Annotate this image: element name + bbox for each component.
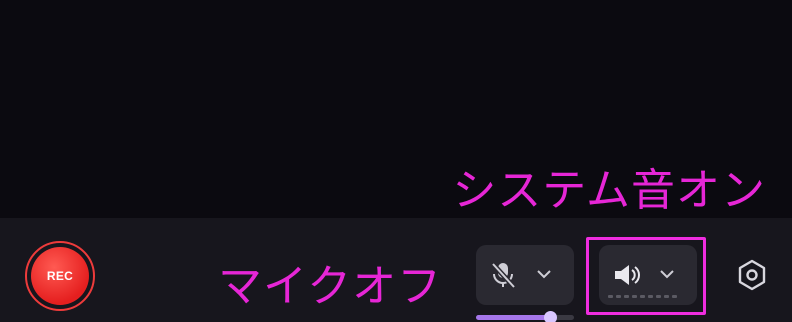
record-button[interactable]: REC (25, 241, 95, 311)
meter-segment (608, 295, 613, 298)
meter-segment (624, 295, 629, 298)
gear-icon[interactable] (735, 258, 769, 292)
chevron-down-icon[interactable] (659, 268, 675, 280)
meter-segment (656, 295, 661, 298)
system-sound-on-annotation: システム音オン (452, 165, 766, 216)
meter-segment (640, 295, 645, 298)
microphone-volume-slider[interactable] (476, 311, 574, 322)
speaker-icon (615, 265, 640, 285)
meter-segment (672, 295, 677, 298)
chevron-down-icon[interactable] (536, 268, 552, 280)
mic-off-annotation: マイクオフ (218, 261, 443, 312)
microphone-toggle-button[interactable] (476, 245, 574, 305)
microphone-volume-thumb[interactable] (543, 311, 557, 322)
meter-segment (664, 295, 669, 298)
record-button-face: REC (31, 247, 89, 305)
meter-segment (616, 295, 621, 298)
microphone-volume-fill (476, 315, 551, 320)
system-audio-level-meter (608, 295, 677, 298)
meter-segment (632, 295, 637, 298)
recorder-window: システム音オン REC マイクオフ (0, 0, 792, 322)
record-button-label: REC (46, 269, 74, 283)
microphone-muted-icon (491, 262, 516, 289)
meter-segment (648, 295, 653, 298)
